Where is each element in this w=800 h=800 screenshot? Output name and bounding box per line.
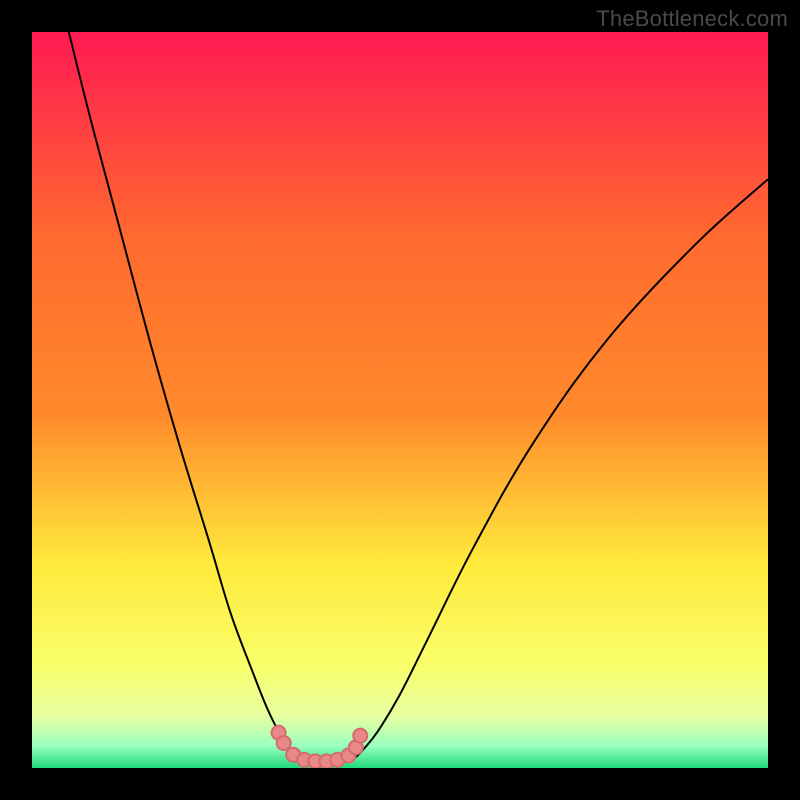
gradient-background (32, 32, 768, 768)
valley-point (353, 729, 367, 743)
chart-plot-area (32, 32, 768, 768)
valley-point (277, 736, 291, 750)
watermark-text: TheBottleneck.com (596, 6, 788, 32)
chart-svg (32, 32, 768, 768)
